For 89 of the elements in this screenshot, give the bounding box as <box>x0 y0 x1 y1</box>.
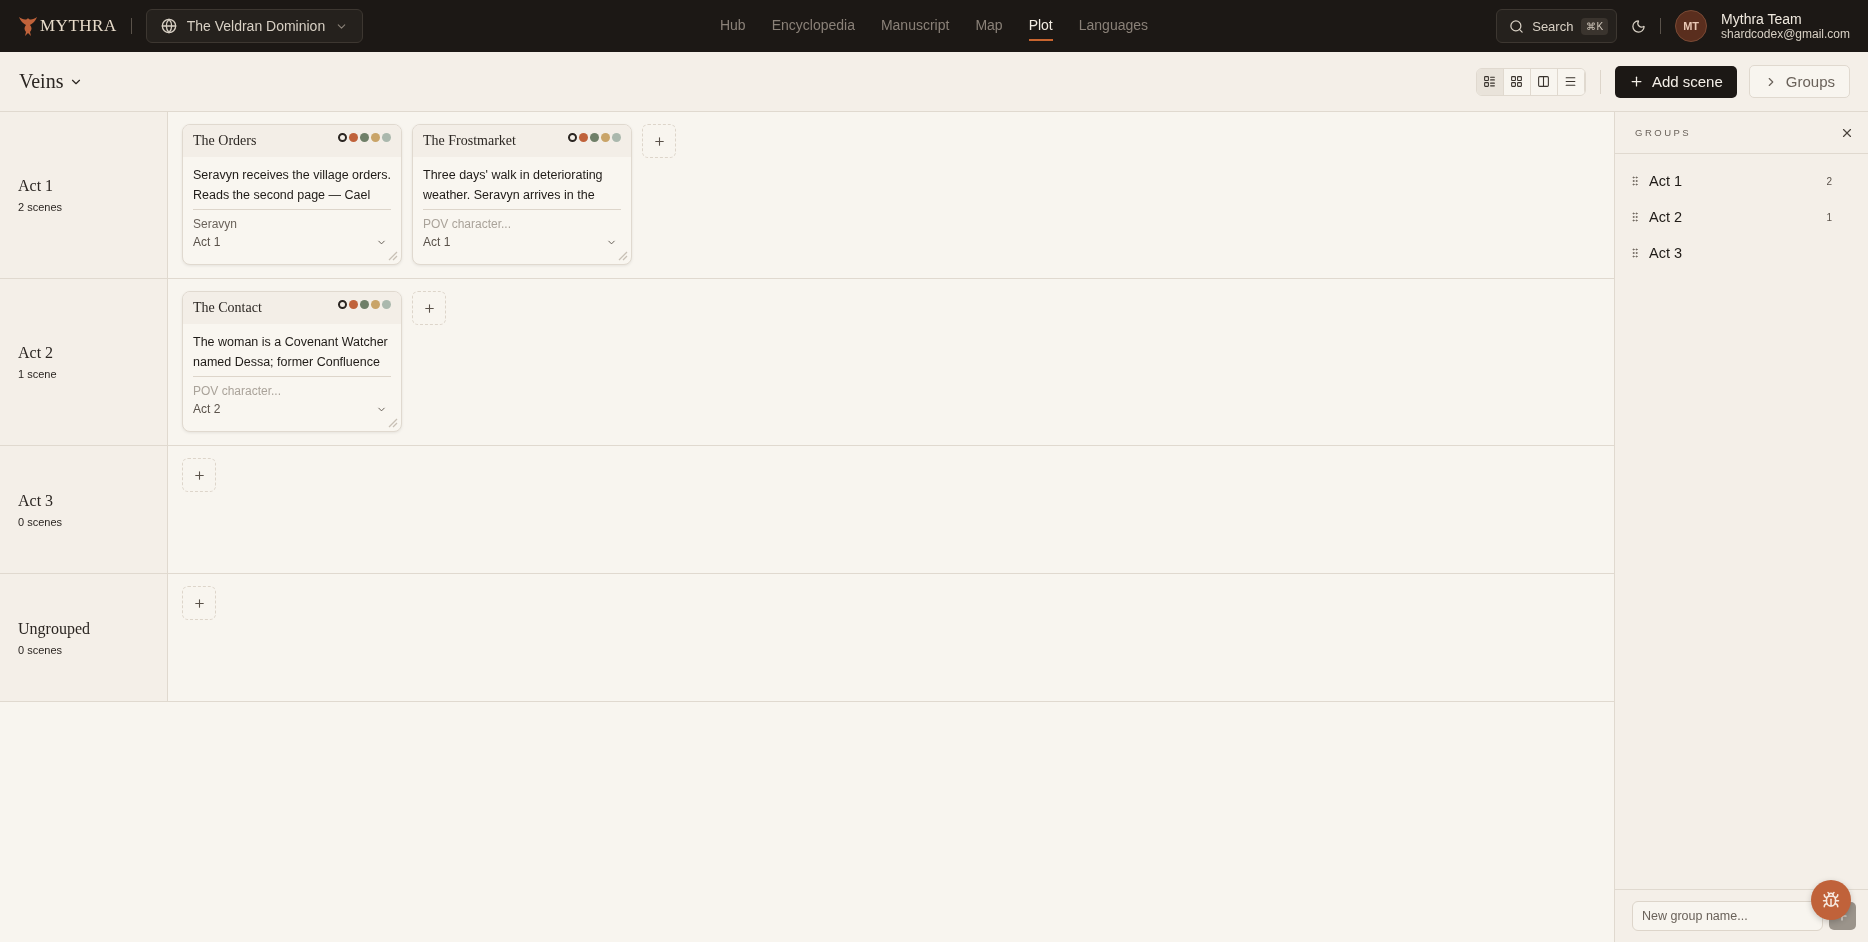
color-swatch[interactable] <box>360 133 369 142</box>
color-swatch[interactable] <box>338 300 347 309</box>
plus-icon <box>192 596 206 610</box>
group-item[interactable]: Act 1 2 <box>1615 163 1868 199</box>
scene-count: 1 scene <box>18 368 58 380</box>
group-select[interactable]: Act 1 <box>193 235 391 249</box>
nav-tab[interactable]: Hub <box>719 11 746 41</box>
shortcut-hint: ⌘K <box>1581 17 1609 35</box>
world-selector[interactable]: The Veldran Dominion <box>145 9 364 43</box>
color-swatch[interactable] <box>579 133 588 142</box>
group-title: Ungrouped <box>18 619 91 638</box>
color-swatch[interactable] <box>371 300 380 309</box>
drag-handle-icon[interactable] <box>1629 175 1641 187</box>
nav-tab[interactable]: Manuscript <box>880 11 950 41</box>
pov-field[interactable]: POV character... <box>423 217 621 231</box>
group-title: Act 3 <box>18 491 55 510</box>
view-toggle[interactable] <box>1476 68 1504 95</box>
scene-count: 2 scenes <box>18 201 64 213</box>
color-swatch[interactable] <box>382 133 391 142</box>
plus-icon <box>422 301 436 315</box>
pov-field[interactable]: Seravyn <box>193 217 391 231</box>
color-swatch[interactable] <box>349 133 358 142</box>
view-toggle[interactable] <box>1503 68 1531 95</box>
scene-card[interactable]: The Orders Seravyn receives the village orders. Reads the second page — Cael Seravyn Act 1 <box>182 124 402 265</box>
pov-field[interactable]: POV character... <box>193 384 391 398</box>
scene-title: The Orders <box>193 133 257 149</box>
scene-count: 0 scenes <box>18 643 64 656</box>
resize-handle-icon[interactable] <box>386 249 398 261</box>
color-swatch[interactable] <box>371 133 380 142</box>
theme-toggle-icon[interactable] <box>1631 18 1647 34</box>
bug-icon <box>1822 891 1840 909</box>
user-avatar[interactable]: MT <box>1675 10 1708 42</box>
bug-report-button[interactable] <box>1811 880 1851 920</box>
color-swatch[interactable] <box>601 133 610 142</box>
group-count: 1 <box>1826 211 1832 223</box>
color-swatch[interactable] <box>568 133 577 142</box>
group-item[interactable]: Act 3 <box>1615 235 1868 271</box>
group-title: Act 1 <box>18 177 55 195</box>
color-swatch[interactable] <box>360 300 369 309</box>
drag-handle-icon[interactable] <box>1629 247 1641 259</box>
scene-summary: The woman is a Covenant Watcher named Dessa; former Confluence <box>192 334 389 371</box>
group-item[interactable]: Act 2 1 <box>1615 199 1868 235</box>
plus-icon <box>192 468 206 482</box>
new-group-field[interactable]: New group name... <box>1632 901 1823 931</box>
group-name: Act 1 <box>1649 173 1684 189</box>
scene-card[interactable]: The Contact The woman is a Covenant Watcher named Dessa; former Confluence POV character... Act 2 <box>182 291 402 432</box>
search-icon <box>1509 18 1525 34</box>
scene-summary: Three days' walk in deteriorating weather. Seravyn arrives in the <box>422 167 604 204</box>
scene-title: The Contact <box>193 300 262 316</box>
group-name: Act 3 <box>1649 245 1684 261</box>
color-swatch[interactable] <box>338 133 347 142</box>
globe-icon <box>160 18 177 34</box>
color-swatch[interactable] <box>590 133 599 142</box>
search-button[interactable]: Search ⌘K <box>1496 9 1618 43</box>
color-swatch[interactable] <box>349 300 358 309</box>
resize-handle-icon[interactable] <box>386 416 398 428</box>
view-toggle[interactable] <box>1530 68 1558 95</box>
grid-view-icon <box>1510 75 1524 88</box>
group-count: 2 <box>1826 175 1832 187</box>
scene-card[interactable]: The Frostmarket Three days' walk in deteriorating weather. Seravyn arrives in the POV character... Act 1 <box>412 124 632 265</box>
nav-tab[interactable]: Plot <box>1028 11 1053 41</box>
plus-icon <box>1628 74 1644 89</box>
group-select[interactable]: Act 1 <box>423 235 621 249</box>
columns-view-icon <box>1537 75 1551 88</box>
panel-title: GROUPS <box>1635 127 1692 138</box>
board-title[interactable]: Veins <box>19 70 84 93</box>
user-name: Mythra Team <box>1721 11 1803 27</box>
user-email: shardcodex@gmail.com <box>1721 27 1850 41</box>
scene-summary: Seravyn receives the village orders. Reads the second page — Cael <box>192 167 392 204</box>
group-title: Act 2 <box>18 344 55 362</box>
phoenix-logo-icon <box>18 15 38 37</box>
nav-tab[interactable]: Languages <box>1078 11 1149 41</box>
nav-tab[interactable]: Encyclopedia <box>771 11 855 41</box>
view-toggle[interactable] <box>1557 68 1585 95</box>
list-view-icon <box>1483 75 1497 88</box>
plus-icon <box>652 134 666 148</box>
groups-button[interactable]: Groups <box>1748 65 1850 98</box>
scene-count: 0 scenes <box>18 515 64 528</box>
nav-tab[interactable]: Map <box>975 11 1003 41</box>
group-name: Act 2 <box>1649 209 1684 225</box>
drag-handle-icon[interactable] <box>1629 211 1641 223</box>
color-swatch[interactable] <box>612 133 621 142</box>
rows-view-icon <box>1564 75 1578 88</box>
color-swatch[interactable] <box>382 300 391 309</box>
scene-title: The Frostmarket <box>423 133 516 149</box>
brand-name: MYTHRA <box>40 16 117 36</box>
add-scene-button[interactable]: Add scene <box>1614 65 1737 98</box>
group-select[interactable]: Act 2 <box>193 402 391 416</box>
resize-handle-icon[interactable] <box>616 249 628 261</box>
